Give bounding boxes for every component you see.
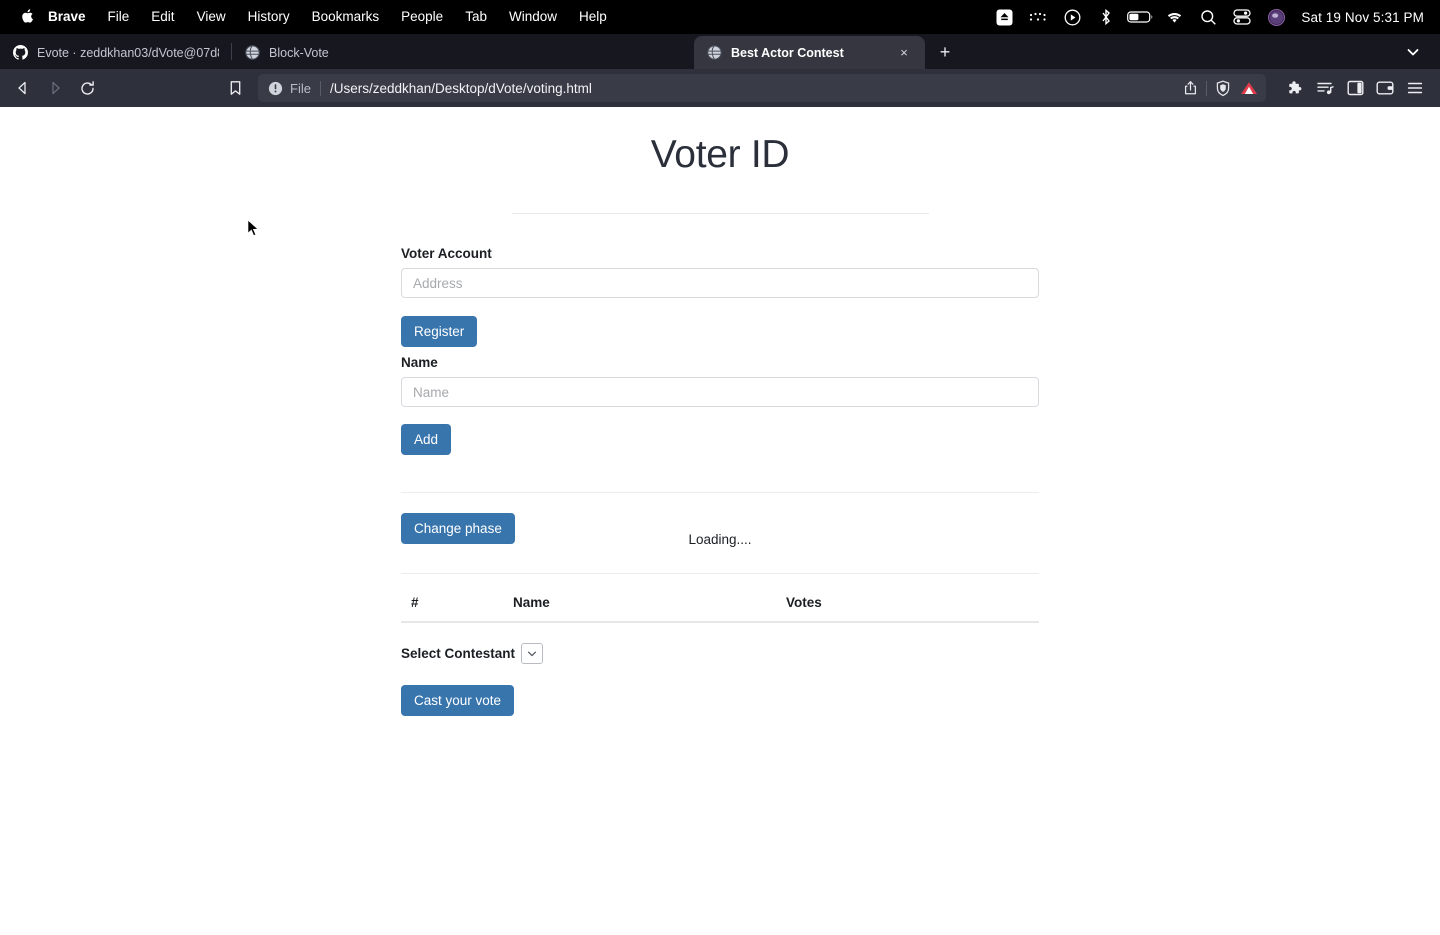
select-contestant-dropdown[interactable]: [521, 643, 544, 664]
page-content: Voter ID Voter Account Register Name Add…: [0, 107, 1440, 935]
play-circle-icon[interactable]: [1055, 0, 1089, 34]
chevron-down-icon[interactable]: [1398, 38, 1428, 66]
menu-item-people[interactable]: People: [390, 6, 454, 28]
dots-status-icon[interactable]: [1021, 0, 1055, 34]
tab-title: Evote · zeddkhan03/dVote@07d8c3: [37, 45, 219, 60]
url-scheme-label: File: [290, 80, 311, 96]
section-divider-1: [401, 492, 1039, 493]
cast-your-vote-button[interactable]: Cast your vote: [401, 685, 515, 716]
brave-shield-icon[interactable]: [1210, 75, 1236, 101]
mouse-cursor: [247, 218, 260, 238]
cast-vote-wrapper: Cast your vote: [401, 685, 1039, 716]
battery-icon[interactable]: [1123, 0, 1157, 34]
contestants-table: # Name Votes: [401, 574, 1039, 623]
control-center-icon[interactable]: [1225, 0, 1259, 34]
register-button[interactable]: Register: [401, 316, 478, 347]
bookmark-icon[interactable]: [220, 74, 250, 102]
tab-title: Best Actor Contest: [731, 45, 844, 60]
menu-item-bookmarks[interactable]: Bookmarks: [301, 6, 391, 28]
menu-item-brave[interactable]: Brave: [40, 6, 97, 28]
menu-item-file[interactable]: File: [97, 6, 141, 28]
bluetooth-icon[interactable]: [1089, 0, 1123, 34]
add-button[interactable]: Add: [401, 424, 452, 455]
reload-icon[interactable]: [72, 74, 102, 102]
column-header-number: #: [401, 574, 513, 623]
menu-item-window[interactable]: Window: [498, 6, 568, 28]
sidebar-panel-icon[interactable]: [1340, 74, 1370, 102]
add-button-wrapper: Add: [401, 424, 1039, 455]
menu-bar-tray: Sat 19 Nov 5:31 PM: [987, 0, 1428, 34]
macos-menu-bar: Brave File Edit View History Bookmarks P…: [0, 0, 1440, 34]
tab-title: Block-Vote: [269, 45, 329, 60]
forward-arrow-icon: [40, 74, 70, 102]
table-header-row: # Name Votes: [401, 574, 1039, 623]
toolbar-extension-buttons: [1280, 74, 1430, 102]
phase-row: Change phase Loading....: [401, 513, 1039, 573]
share-icon[interactable]: [1177, 75, 1203, 101]
address-bar-actions: [1177, 75, 1262, 101]
chevron-down-icon: [528, 651, 537, 656]
select-contestant-label: Select Contestant: [401, 646, 516, 661]
search-icon[interactable]: [1191, 0, 1225, 34]
back-arrow-icon[interactable]: [8, 74, 38, 102]
menu-item-view[interactable]: View: [186, 6, 237, 28]
menu-bar-items: Brave File Edit View History Bookmarks P…: [14, 6, 618, 28]
url-text[interactable]: /Users/zeddkhan/Desktop/dVote/voting.htm…: [330, 81, 1177, 96]
column-header-votes: Votes: [786, 574, 1039, 623]
page-title: Voter ID: [650, 133, 790, 176]
dropbox-icon[interactable]: [987, 0, 1021, 34]
menu-item-tab[interactable]: Tab: [454, 6, 498, 28]
voter-account-input[interactable]: [401, 268, 1039, 298]
url-divider: [319, 80, 321, 96]
browser-tab-evote[interactable]: Evote · zeddkhan03/dVote@07d8c3: [0, 36, 231, 69]
voting-form-container: Voter Account Register Name Add Change p…: [401, 214, 1039, 716]
info-circle-icon[interactable]: [268, 81, 283, 96]
brave-triangle-icon[interactable]: [1236, 75, 1262, 101]
name-input[interactable]: [401, 377, 1039, 407]
new-tab-button[interactable]: +: [931, 38, 959, 66]
globe-icon: [244, 45, 260, 61]
globe-icon: [706, 45, 722, 61]
playlist-icon[interactable]: [1310, 74, 1340, 102]
puzzle-piece-icon[interactable]: [1280, 74, 1310, 102]
browser-tab-best-actor-contest[interactable]: Best Actor Contest ×: [694, 36, 925, 69]
wifi-icon[interactable]: [1157, 0, 1191, 34]
github-icon: [12, 45, 28, 61]
register-button-wrapper: Register: [401, 316, 1039, 347]
close-icon[interactable]: ×: [895, 44, 913, 62]
apple-logo-icon[interactable]: [14, 8, 40, 27]
phase-status-text: Loading....: [688, 532, 752, 547]
tab-strip-right-actions: [1398, 34, 1440, 69]
menu-item-help[interactable]: Help: [568, 6, 618, 28]
voter-account-label: Voter Account: [401, 246, 492, 261]
hamburger-menu-icon[interactable]: [1400, 74, 1430, 102]
address-bar[interactable]: File /Users/zeddkhan/Desktop/dVote/votin…: [258, 74, 1266, 102]
siri-icon[interactable]: [1259, 0, 1293, 34]
browser-toolbar: File /Users/zeddkhan/Desktop/dVote/votin…: [0, 69, 1440, 107]
menu-bar-clock[interactable]: Sat 19 Nov 5:31 PM: [1293, 10, 1428, 25]
name-label: Name: [401, 355, 438, 370]
column-header-name: Name: [513, 574, 786, 623]
table-head: # Name Votes: [401, 574, 1039, 623]
wallet-icon[interactable]: [1370, 74, 1400, 102]
menu-item-edit[interactable]: Edit: [140, 6, 185, 28]
menu-item-history[interactable]: History: [237, 6, 301, 28]
browser-tab-block-vote[interactable]: Block-Vote: [232, 36, 463, 69]
select-contestant-row: Select Contestant: [401, 643, 1039, 664]
toolbar-divider: [1206, 80, 1207, 96]
browser-tab-strip: Evote · zeddkhan03/dVote@07d8c3 Block-Vo…: [0, 34, 1440, 69]
